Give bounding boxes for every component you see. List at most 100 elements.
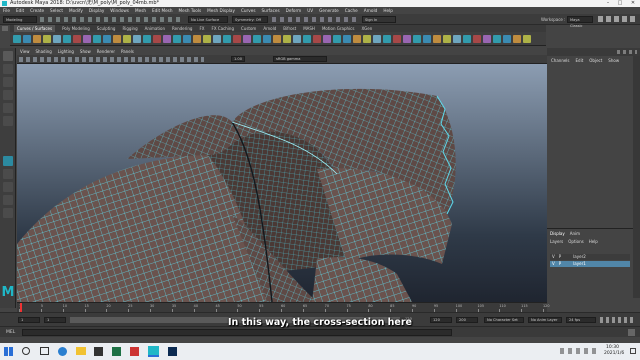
tab-anim[interactable]: Anim (570, 231, 580, 236)
shelf-tool-icon[interactable] (223, 35, 231, 43)
select-tool-icon[interactable] (3, 51, 13, 61)
menu-arnold[interactable]: Arnold (364, 7, 378, 14)
shelf-tab[interactable]: Arnold (263, 25, 276, 32)
menu-surfaces[interactable]: Surfaces (262, 7, 280, 14)
menu-deform[interactable]: Deform (286, 7, 302, 14)
shelf-tool-icon[interactable] (83, 35, 91, 43)
shelf-tool-icon[interactable] (193, 35, 201, 43)
tray-icons[interactable] (560, 348, 600, 354)
shelf-tab[interactable]: MASH (303, 25, 315, 32)
shelf-tool-icon[interactable] (383, 35, 391, 43)
menu-modify[interactable]: Modify (69, 7, 83, 14)
menu-uv[interactable]: UV (307, 7, 313, 14)
close-button[interactable]: ✕ (627, 0, 639, 7)
shelf-tab[interactable]: Rendering (172, 25, 192, 32)
channel-box-menu-object[interactable]: Object (589, 58, 602, 63)
panel-menu-show[interactable]: Show (80, 48, 91, 55)
shelf-tool-icon[interactable] (243, 35, 251, 43)
maximize-button[interactable]: □ (614, 0, 626, 7)
channel-box-menu-edit[interactable]: Edit (576, 58, 584, 63)
maya-task-icon[interactable] (148, 346, 159, 357)
menu-file[interactable]: File (3, 7, 10, 14)
store-icon[interactable] (94, 347, 103, 356)
single-view-icon[interactable] (3, 156, 13, 166)
shelf-tool-icon[interactable] (53, 35, 61, 43)
range-inner-start-field[interactable]: 1 (44, 317, 66, 323)
signin-button[interactable]: Sign In (362, 16, 396, 23)
shelf-tool-icon[interactable] (443, 35, 451, 43)
shelf-tool-icon[interactable] (393, 35, 401, 43)
shelf-tool-icon[interactable] (113, 35, 121, 43)
shelf-tool-icon[interactable] (523, 35, 531, 43)
shelf-tool-icon[interactable] (13, 35, 21, 43)
character-set-dropdown[interactable]: No Character Set (484, 317, 524, 323)
shelf-tab[interactable]: Bifrost (283, 25, 296, 32)
shelf-tool-icon[interactable] (403, 35, 411, 43)
shelf-tool-icon[interactable] (33, 35, 41, 43)
scale-tool-icon[interactable] (3, 116, 13, 126)
shelf-tool-icon[interactable] (213, 35, 221, 43)
menu-display[interactable]: Display (89, 7, 104, 14)
shelf-tab[interactable]: Poly Modeling (62, 25, 90, 32)
menu-generate[interactable]: Generate (319, 7, 339, 14)
viewport-persp[interactable] (17, 64, 547, 302)
layer-menu-help[interactable]: Help (589, 239, 598, 244)
layer-row[interactable]: V Player1 (550, 261, 630, 267)
side-panel-icons[interactable] (617, 50, 637, 54)
persp-graph-icon[interactable] (3, 195, 13, 205)
shelf-tool-icon[interactable] (253, 35, 261, 43)
menu-select[interactable]: Select (50, 7, 63, 14)
menu-curves[interactable]: Curves (241, 7, 256, 14)
menu-mesh-display[interactable]: Mesh Display (207, 7, 235, 14)
shelf-tool-icon[interactable] (363, 35, 371, 43)
lasso-tool-icon[interactable] (3, 64, 13, 74)
shelf-tool-icon[interactable] (463, 35, 471, 43)
shelf-tool-icon[interactable] (73, 35, 81, 43)
move-tool-icon[interactable] (3, 90, 13, 100)
shelf-tool-icon[interactable] (473, 35, 481, 43)
shelf-tool-icon[interactable] (493, 35, 501, 43)
persp-outliner-icon[interactable] (3, 182, 13, 192)
task-view-icon[interactable] (40, 347, 49, 355)
photoshop-icon[interactable] (168, 347, 177, 356)
colorspace-dropdown[interactable]: sRGB gamma (273, 56, 327, 62)
layer-row[interactable]: V Player2 (550, 254, 630, 260)
panel-menu-view[interactable]: View (20, 48, 30, 55)
tab-display[interactable]: Display (550, 231, 565, 236)
shelf-tool-icon[interactable] (423, 35, 431, 43)
script-editor-icon[interactable] (628, 329, 635, 336)
channel-box-menu-show[interactable]: Show (608, 58, 619, 63)
anim-layer-dropdown[interactable]: No Anim Layer (528, 317, 562, 323)
shelf-tool-icon[interactable] (323, 35, 331, 43)
shelf-tool-icon[interactable] (123, 35, 131, 43)
outliner-icon[interactable] (3, 208, 13, 218)
four-view-icon[interactable] (3, 169, 13, 179)
shelf-tool-icon[interactable] (413, 35, 421, 43)
shelf-tool-icon[interactable] (173, 35, 181, 43)
shelf-tab[interactable]: Sculpting (97, 25, 116, 32)
panel-menu-shading[interactable]: Shading (36, 48, 52, 55)
shelf-tab[interactable]: Motion Graphics (322, 25, 355, 32)
panel-menu-lighting[interactable]: Lighting (58, 48, 74, 55)
menu-mesh-tools[interactable]: Mesh Tools (179, 7, 202, 14)
edge-icon[interactable] (58, 347, 67, 356)
shelf-tool-icon[interactable] (153, 35, 161, 43)
shelf-tab[interactable]: Animation (145, 25, 165, 32)
fps-dropdown[interactable]: 24 fps (566, 317, 596, 323)
gamma-field[interactable]: 1.00 (231, 56, 245, 62)
app-icon[interactable] (130, 347, 139, 356)
layer-visibility[interactable]: V (550, 261, 557, 266)
shelf-tool-icon[interactable] (203, 35, 211, 43)
panel-toggle-icons[interactable] (598, 16, 638, 22)
shelf-tab[interactable]: XGen (361, 25, 372, 32)
search-icon[interactable] (22, 347, 30, 355)
panel-menu-renderer[interactable]: Renderer (97, 48, 115, 55)
layer-menu-options[interactable]: Options (568, 239, 583, 244)
shelf-tool-icon[interactable] (483, 35, 491, 43)
shelf-tool-icon[interactable] (163, 35, 171, 43)
shelf-tool-icon[interactable] (233, 35, 241, 43)
menuset-dropdown[interactable]: Modeling (3, 16, 37, 23)
shelf-tool-icon[interactable] (103, 35, 111, 43)
symmetry-dropdown[interactable]: Symmetry: Off (232, 16, 268, 23)
shelf-tool-icon[interactable] (513, 35, 521, 43)
